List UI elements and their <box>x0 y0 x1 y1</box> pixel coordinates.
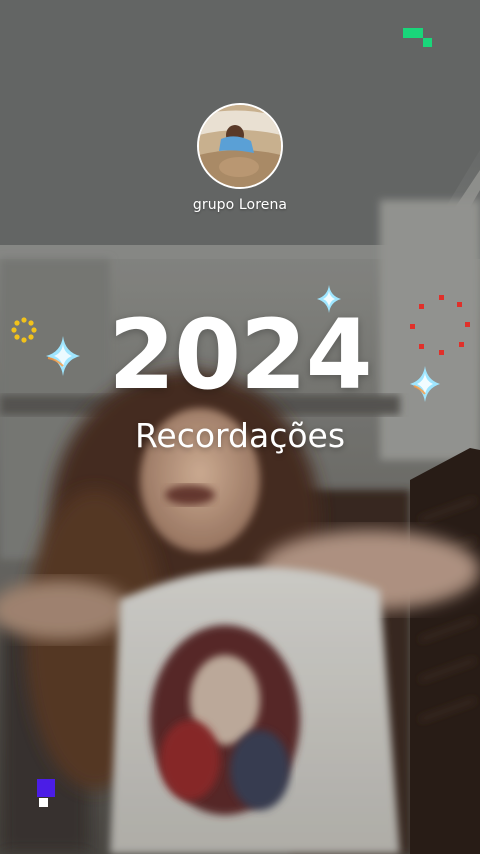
pixel-blocks-icon <box>37 779 55 807</box>
group-avatar[interactable] <box>197 103 283 189</box>
avatar-image <box>199 105 281 187</box>
group-name[interactable]: grupo Lorena <box>140 197 340 213</box>
story-subtitle: Recordações <box>134 416 346 455</box>
story-viewer[interactable]: grupo Lorena 2024 Recordações <box>0 0 480 854</box>
story-year-title: 2024 <box>108 299 372 411</box>
firework-icon <box>410 295 470 355</box>
sparkle-icon <box>410 366 440 402</box>
pixel-blocks-icon <box>403 28 432 47</box>
dotted-sun-icon <box>11 317 37 343</box>
sparkle-icon <box>46 336 80 376</box>
